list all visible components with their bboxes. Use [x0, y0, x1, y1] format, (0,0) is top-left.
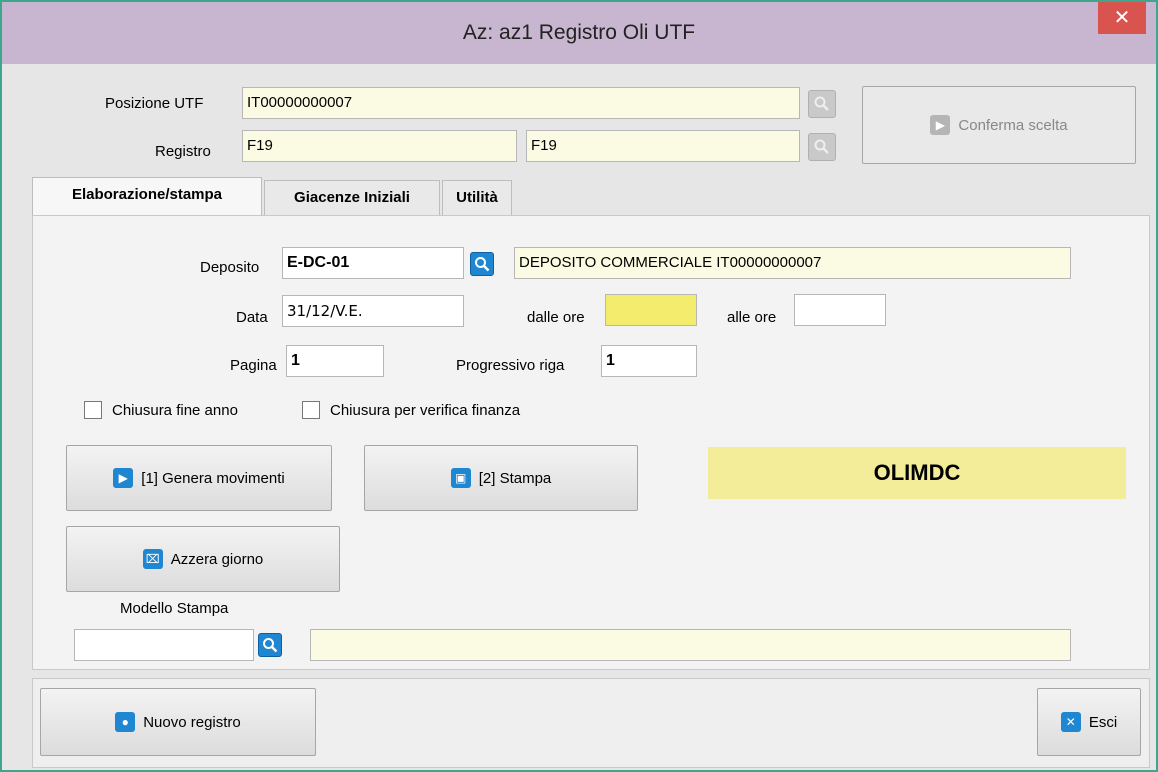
registro-field-2[interactable]: F19	[526, 130, 800, 162]
nuovo-registro-button[interactable]: ● Nuovo registro	[40, 688, 316, 756]
posizione-utf-field[interactable]: IT00000000007	[242, 87, 800, 119]
chiusura-verifica-checkbox[interactable]	[302, 401, 320, 419]
esci-button[interactable]: ✕ Esci	[1037, 688, 1141, 756]
esci-label: Esci	[1088, 713, 1118, 731]
reset-icon: ⌧	[142, 549, 163, 569]
data-label: Data	[236, 309, 268, 326]
window-title: Az: az1 Registro Oli UTF	[462, 21, 696, 44]
registro-search-icon[interactable]	[808, 133, 836, 161]
deposito-code-field[interactable]: E-DC-01	[282, 247, 464, 279]
chiusura-verifica-label: Chiusura per verifica finanza	[330, 402, 521, 419]
stampa-label: [2] Stampa	[478, 469, 552, 487]
new-icon: ●	[115, 712, 136, 732]
progressivo-riga-field[interactable]: 1	[601, 345, 697, 377]
modello-desc-field[interactable]	[310, 629, 1071, 661]
progressivo-riga-label: Progressivo riga	[456, 357, 565, 374]
dalle-ore-field[interactable]	[605, 294, 697, 326]
dalle-ore-label: dalle ore	[527, 309, 585, 326]
posizione-search-icon[interactable]	[808, 90, 836, 118]
alle-ore-field[interactable]	[794, 294, 886, 326]
data-field[interactable]: 31/12/V.E.	[282, 295, 464, 327]
play-icon: ▶	[113, 468, 134, 488]
azzera-giorno-label: Azzera giorno	[170, 550, 264, 568]
registro-code-badge: OLIMDC	[708, 447, 1126, 499]
modello-search-icon[interactable]	[258, 633, 282, 657]
posizione-utf-label: Posizione UTF	[105, 95, 204, 112]
conferma-scelta-button[interactable]: ▶ Conferma scelta	[862, 86, 1136, 164]
modello-code-field[interactable]	[74, 629, 254, 661]
nuovo-registro-label: Nuovo registro	[143, 713, 241, 731]
stampa-button[interactable]: ▣ [2] Stampa	[364, 445, 638, 511]
title-bar: Az: az1 Registro Oli UTF ✕	[2, 2, 1156, 64]
close-button[interactable]: ✕	[1098, 2, 1146, 34]
pagina-field[interactable]: 1	[286, 345, 384, 377]
genera-movimenti-button[interactable]: ▶ [1] Genera movimenti	[66, 445, 332, 511]
chiusura-fine-anno-checkbox[interactable]	[84, 401, 102, 419]
tab-elaborazione-stampa[interactable]: Elaborazione/stampa	[32, 177, 262, 216]
registro-label: Registro	[155, 143, 211, 160]
chiusura-fine-anno-label: Chiusura fine anno	[112, 402, 238, 419]
tab-utilita[interactable]: Utilità	[442, 180, 512, 216]
main-window: Az: az1 Registro Oli UTF ✕ Posizione UTF…	[0, 0, 1158, 772]
play-icon: ▶	[930, 115, 951, 135]
azzera-giorno-button[interactable]: ⌧ Azzera giorno	[66, 526, 340, 592]
deposito-desc-field[interactable]: DEPOSITO COMMERCIALE IT00000000007	[514, 247, 1071, 279]
genera-movimenti-label: [1] Genera movimenti	[141, 469, 285, 487]
alle-ore-label: alle ore	[727, 309, 777, 326]
tab-giacenze-iniziali[interactable]: Giacenze Iniziali	[264, 180, 440, 216]
registro-field-1[interactable]: F19	[242, 130, 517, 162]
pagina-label: Pagina	[230, 357, 277, 374]
modello-stampa-label: Modello Stampa	[120, 600, 229, 617]
printer-icon: ▣	[450, 468, 471, 488]
conferma-scelta-label: Conferma scelta	[958, 116, 1068, 134]
deposito-search-icon[interactable]	[470, 252, 494, 276]
close-icon: ✕	[1060, 712, 1081, 732]
deposito-label: Deposito	[200, 259, 260, 276]
